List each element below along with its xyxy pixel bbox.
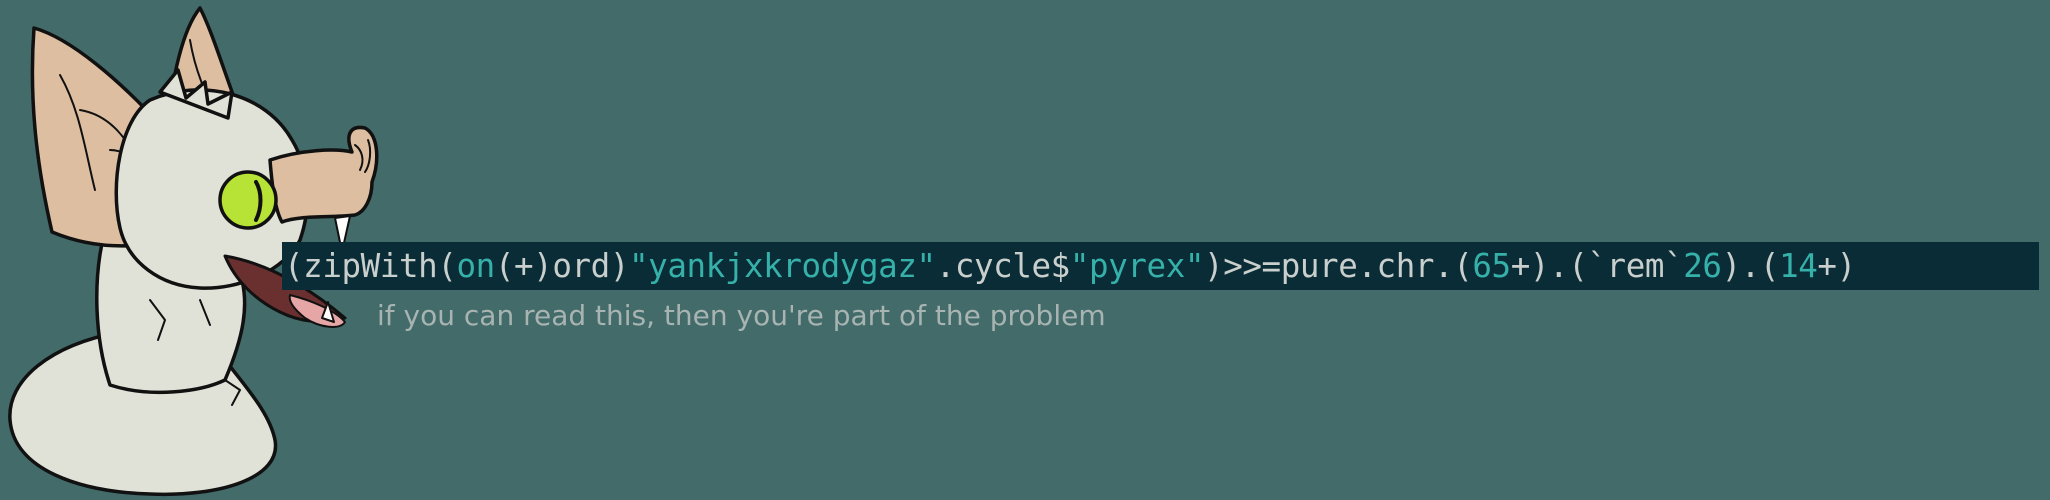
- code-token-accent: "yankjxkrodygaz": [629, 247, 936, 285]
- code-token-accent: 26: [1683, 247, 1722, 285]
- code-token: )>>=pure.chr.(: [1204, 247, 1473, 285]
- banner: (zipWith(on(+)ord)"yankjxkrodygaz".cycle…: [0, 0, 2050, 500]
- caption-text: if you can read this, then you're part o…: [377, 299, 1106, 332]
- code-token-accent: 65: [1472, 247, 1511, 285]
- mascot-eye: [218, 170, 278, 230]
- code-line: (zipWith(on(+)ord)"yankjxkrodygaz".cycle…: [282, 242, 2039, 290]
- code-token: ).(: [1721, 247, 1780, 285]
- code-token: .cycle$: [935, 247, 1071, 285]
- code-token-accent: on: [456, 247, 496, 285]
- code-token-accent: "pyrex": [1069, 247, 1205, 285]
- code-token: (+)ord): [494, 247, 630, 285]
- code-token: +): [1817, 247, 1856, 285]
- code-token: +).(`rem`: [1510, 247, 1684, 285]
- code-token-accent: 14: [1779, 247, 1818, 285]
- code-token: (zipWith(: [284, 247, 457, 285]
